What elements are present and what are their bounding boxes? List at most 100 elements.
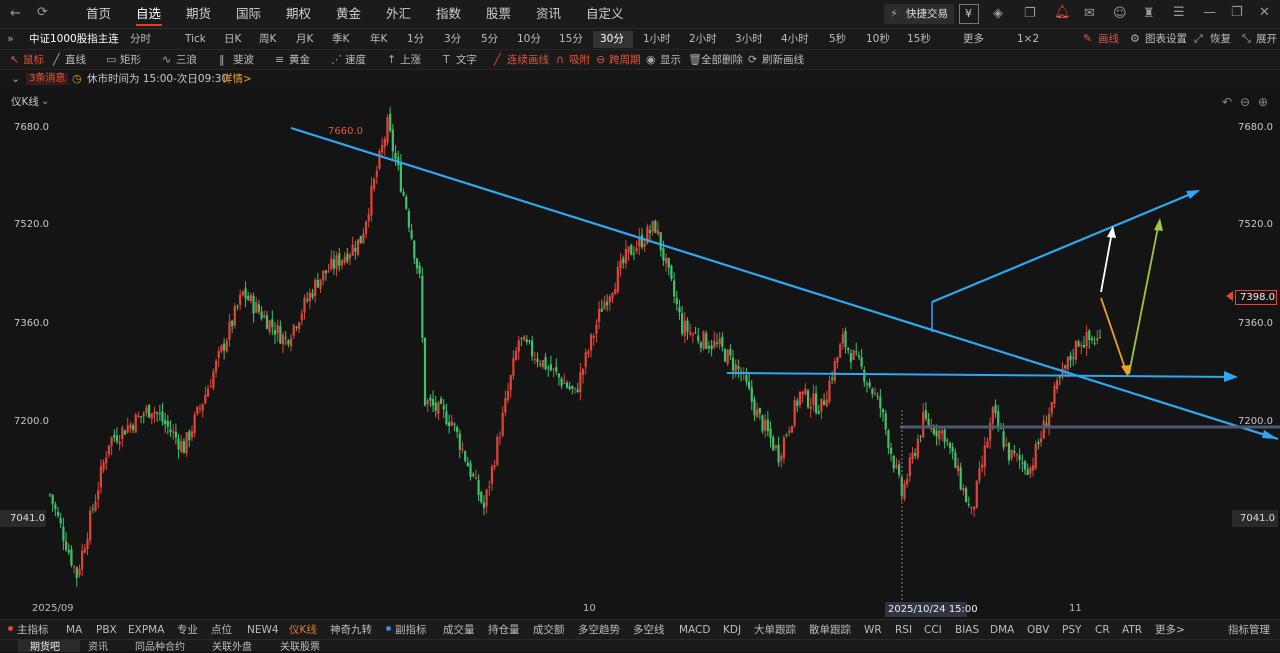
refresh-icon[interactable]: ⟳ (37, 6, 48, 19)
ind-cr[interactable]: CR (1095, 625, 1110, 636)
nav-stocks[interactable]: 股票 (486, 7, 511, 21)
close-icon[interactable]: ✕ (1259, 6, 1270, 19)
mail-icon[interactable]: ✉ (1084, 7, 1095, 20)
expand-button[interactable]: 展开 (1256, 34, 1277, 45)
nav-futures[interactable]: 期货 (186, 7, 211, 21)
tab-same-variety[interactable]: 同品种合约 (135, 643, 185, 653)
tool-rectangle[interactable]: 矩形 (120, 55, 141, 66)
double-chevron-icon[interactable]: » (7, 33, 14, 44)
ind-rsi[interactable]: RSI (895, 625, 912, 636)
settings-icon[interactable]: ⚙ (1130, 33, 1140, 44)
ind-more[interactable]: 更多> (1155, 625, 1185, 636)
tool-mouse[interactable]: 鼠标 (23, 55, 44, 66)
tool-continuous-line[interactable]: 连续画线 (507, 55, 549, 66)
minimize-icon[interactable]: — (1203, 6, 1216, 19)
draw-button[interactable]: 画线 (1098, 34, 1119, 45)
ind-long-short-trend[interactable]: 多空趋势 (578, 625, 620, 636)
user-icon[interactable]: ☺ (1113, 7, 1127, 20)
nav-international[interactable]: 国际 (236, 7, 261, 21)
timeframe-19[interactable]: 15秒 (907, 34, 931, 45)
tool-line[interactable]: 直线 (65, 55, 86, 66)
sub-indicator-label[interactable]: 副指标 (395, 625, 427, 636)
ind-kdj[interactable]: KDJ (723, 625, 741, 636)
menu-icon[interactable]: ☰ (1173, 6, 1185, 19)
timeframe-3[interactable]: 周K (259, 34, 276, 45)
nav-home[interactable]: 首页 (86, 7, 111, 21)
timeframe-6[interactable]: 年K (370, 34, 387, 45)
ind-obv[interactable]: OBV (1027, 625, 1049, 636)
nav-forex[interactable]: 外汇 (386, 7, 411, 21)
ind-pbx[interactable]: PBX (96, 625, 117, 636)
window-icon[interactable]: ❐ (1024, 7, 1036, 20)
ind-volume[interactable]: 成交量 (443, 625, 475, 636)
yen-icon[interactable]: ¥ (959, 4, 979, 24)
timeframe-4[interactable]: 月K (296, 34, 313, 45)
nav-custom[interactable]: 自定义 (586, 7, 624, 21)
ind-atr[interactable]: ATR (1122, 625, 1142, 636)
timeframe-20[interactable]: 更多 (963, 34, 984, 45)
timeframe-1[interactable]: Tick (185, 34, 206, 45)
layers-icon[interactable]: ◈ (993, 7, 1003, 20)
tab-news[interactable]: 资讯 (88, 643, 108, 653)
chart-settings-button[interactable]: 图表设置 (1145, 34, 1187, 45)
timeframe-18[interactable]: 10秒 (866, 34, 890, 45)
tab-related-foreign[interactable]: 关联外盘 (212, 643, 252, 653)
zoom-out-icon[interactable]: ⊖ (1240, 96, 1250, 108)
ind-macd[interactable]: MACD (679, 625, 710, 636)
main-indicator-label[interactable]: 主指标 (17, 625, 49, 636)
pencil-icon[interactable]: ✎ (1083, 33, 1092, 44)
ind-magic-nine[interactable]: 神奇九转 (330, 625, 372, 636)
tool-cross-period[interactable]: 跨周期 (609, 55, 641, 66)
bell-icon[interactable]: 🔔︎ (1054, 6, 1071, 19)
ind-ma[interactable]: MA (66, 625, 82, 636)
nav-watchlist[interactable]: 自选 (136, 7, 161, 21)
timeframe-0[interactable]: 分时 (130, 34, 151, 45)
ind-points[interactable]: 点位 (211, 625, 232, 636)
tab-forum[interactable]: 期货吧 (18, 640, 80, 652)
tool-refresh-lines[interactable]: 刷新画线 (762, 55, 804, 66)
tab-related-stocks[interactable]: 关联股票 (280, 643, 320, 653)
timeframe-12[interactable]: 30分 (600, 34, 624, 45)
ind-small-order[interactable]: 散单跟踪 (809, 625, 851, 636)
ind-dma[interactable]: DMA (990, 625, 1014, 636)
indicator-chevron-icon[interactable]: ⌄ (41, 97, 49, 107)
timeframe-5[interactable]: 季K (332, 34, 349, 45)
kline-chart[interactable]: 仪K线 ⌄ ↶ ⊖ ⊕ 7680.0 7520.0 7360.0 7200.0 … (0, 92, 1280, 618)
quick-trade-button[interactable]: ⚡ 快捷交易 (884, 4, 954, 24)
ind-long-short-line[interactable]: 多空线 (633, 625, 665, 636)
restore-icon[interactable]: ⤢ (1194, 33, 1203, 44)
timeframe-21[interactable]: 1×2 (1017, 34, 1039, 45)
back-arrow-icon[interactable]: ← (10, 7, 21, 20)
timeframe-11[interactable]: 15分 (559, 34, 583, 45)
tool-three-wave[interactable]: 三浪 (176, 55, 197, 66)
ind-psy[interactable]: PSY (1062, 625, 1081, 636)
ind-yi-kline[interactable]: 仪K线 (289, 625, 317, 636)
nav-options[interactable]: 期权 (286, 7, 311, 21)
timeframe-14[interactable]: 2小时 (689, 34, 717, 45)
ind-pro[interactable]: 专业 (177, 625, 198, 636)
timeframe-17[interactable]: 5秒 (829, 34, 846, 45)
detail-link[interactable]: 详情> (222, 74, 252, 85)
maximize-icon[interactable]: ❐ (1231, 6, 1243, 19)
ind-new4[interactable]: NEW4 (247, 625, 279, 636)
ind-turnover[interactable]: 成交额 (533, 625, 565, 636)
zoom-in-icon[interactable]: ⊕ (1258, 96, 1268, 108)
nav-news[interactable]: 资讯 (536, 7, 561, 21)
tool-show[interactable]: 显示 (660, 55, 681, 66)
timeframe-7[interactable]: 1分 (407, 34, 424, 45)
nav-index[interactable]: 指数 (436, 7, 461, 21)
tool-gold[interactable]: 黄金 (289, 55, 310, 66)
shirt-icon[interactable]: ♜ (1143, 7, 1155, 20)
timeframe-15[interactable]: 3小时 (735, 34, 763, 45)
restore-button[interactable]: 恢复 (1210, 34, 1231, 45)
ind-cci[interactable]: CCI (924, 625, 942, 636)
timeframe-16[interactable]: 4小时 (781, 34, 809, 45)
news-badge[interactable]: 3条消息 (26, 73, 69, 85)
ind-expma[interactable]: EXPMA (128, 625, 164, 636)
timeframe-8[interactable]: 3分 (444, 34, 461, 45)
tool-fibonacci[interactable]: 斐波 (233, 55, 254, 66)
undo-icon[interactable]: ↶ (1222, 96, 1232, 108)
ind-big-order[interactable]: 大单跟踪 (754, 625, 796, 636)
indicator-manage-button[interactable]: 指标管理 (1228, 625, 1270, 636)
timeframe-2[interactable]: 日K (224, 34, 241, 45)
